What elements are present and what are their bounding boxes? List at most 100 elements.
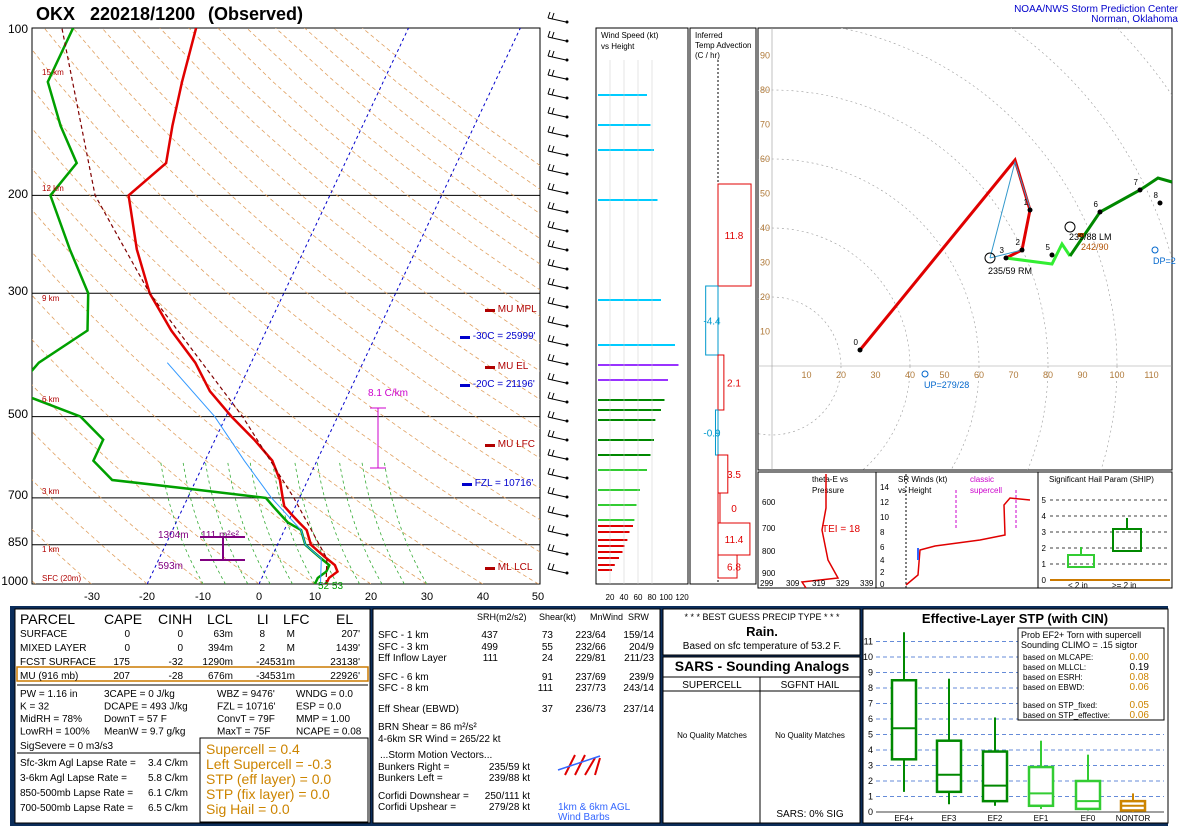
parcel-cell: 8 (259, 629, 265, 640)
stp-box (890, 679, 918, 761)
hodo-tick-x: 10 (801, 370, 811, 380)
theta-e-panel: theta-E vs Pressure TEI = 18 600 700 800… (757, 471, 877, 589)
kin-shear: 55 (542, 642, 554, 653)
hodo-tick-y: 80 (760, 85, 770, 95)
hodo-point (1027, 207, 1033, 213)
brn-shear: BRN Shear = 86 m²/s² (378, 722, 477, 733)
t-tick: -30 (84, 591, 100, 603)
srh-bottom: 593m (158, 561, 183, 572)
parcel-cell: 1439' (336, 643, 360, 654)
wind-barb-dot (565, 571, 569, 575)
ws-tick: 120 (675, 593, 689, 602)
stp-box (1027, 765, 1055, 808)
lapse-value: 6.5 C/km (148, 803, 188, 814)
wind-barb-dot (565, 457, 569, 461)
wind-barb-dot (565, 324, 569, 328)
surface-temp-dew: 52 53 (318, 581, 343, 592)
composite-param: Supercell = 0.4 (206, 741, 300, 757)
prob-title: Prob EF2+ Torn with supercell (1021, 630, 1141, 640)
sr-ytick: 0 (880, 580, 885, 589)
hodo-tick-y: 90 (760, 51, 770, 61)
level-label: ▬ MU LFC (485, 439, 535, 450)
hodo-tick-x: 70 (1008, 370, 1018, 380)
stp-category: EF1 (1034, 814, 1049, 823)
kin-shear: 111 (538, 683, 554, 694)
sars-nomatch2: No Quality Matches (775, 731, 845, 740)
misc-index: ESP = 0.0 (296, 702, 342, 713)
temp-adv-title2: Temp Advection (695, 41, 751, 50)
misc-index: DCAPE = 493 J/kg (104, 702, 188, 713)
hodo-tick-x: 50 (939, 370, 949, 380)
ws-tick: 20 (606, 593, 615, 602)
wind-barb-dot (565, 552, 569, 556)
hodo-point-label: 5 (1046, 243, 1051, 252)
sr-winds-panel: SR Winds (kt) vs Height classic supercel… (875, 471, 1039, 589)
wind-barb-dot (565, 267, 569, 271)
prob-label: based on MLCAPE: (1023, 653, 1093, 662)
precip-title: * * * BEST GUESS PRECIP TYPE * * * (684, 612, 840, 622)
datetime: 220218/1200 (90, 4, 195, 24)
temp-adv-label: 11.4 (725, 535, 744, 546)
parcel-panel: PARCEL CAPE CINH LCL LI LFC EL SURFACE 0 0… (14, 608, 371, 824)
misc-index: WNDG = 0.0 (296, 689, 353, 700)
parcel-cell: 63m (214, 629, 233, 640)
wind-barb-dot (565, 495, 569, 499)
kin-mnwind: 223/64 (575, 630, 606, 641)
prob-label: based on STP_effective: (1023, 711, 1110, 720)
parcel-cell: MU (916 mb) (20, 671, 78, 682)
parcel-header: LFC (283, 611, 309, 627)
hodo-point (1157, 200, 1163, 206)
wind-barb-dot (565, 58, 569, 62)
kin-header: SRW (628, 612, 649, 622)
kin-shear: 91 (542, 672, 554, 683)
sars-col1: SUPERCELL (682, 680, 742, 691)
kinematics-panel: SRH(m2/s2) Shear(kt) MnWind SRW SFC - 1 … (372, 608, 661, 824)
sounding-chart: OKX 220218/1200 (Observed) NOAA/NWS Stor… (0, 0, 1184, 830)
kin-srw: 239/9 (629, 672, 654, 683)
stp-category: EF4+ (894, 814, 914, 823)
stp-box (1074, 779, 1102, 811)
kin-shear: 24 (542, 653, 554, 664)
hodo-point (1137, 187, 1143, 193)
parcel-cell: 0 (124, 629, 130, 640)
parcel-cell: 4531m (264, 657, 295, 668)
kin-srw: 211/23 (624, 653, 654, 664)
misc-index: MidRH = 78% (20, 714, 82, 725)
org-location: Norman, Oklahoma (1091, 14, 1178, 25)
srh-value: 111 m²s² (201, 530, 240, 541)
stp-category: EF3 (942, 814, 957, 823)
stp-category: NONTOR (1116, 814, 1151, 823)
kin-srh: 499 (481, 642, 498, 653)
hodo-point (1097, 209, 1103, 215)
lapse-label: 3-6km Agl Lapse Rate = (20, 773, 127, 784)
smv-label: Bunkers Right = (378, 762, 450, 773)
kin-srw: 237/14 (623, 704, 654, 715)
height-label: SFC (20m) (42, 574, 81, 583)
tei-label: TEI = 18 (822, 524, 861, 535)
kin-row-label: Eff Inflow Layer (378, 653, 447, 664)
t-tick: 0 (256, 591, 262, 603)
bunkers-left-label: 239/88 LM (1069, 232, 1112, 242)
wind-barb-dot (565, 210, 569, 214)
sr-ytick: 4 (880, 556, 885, 565)
hodo-point-label: 1 (1024, 198, 1029, 207)
ship-title: Significant Hail Param (SHIP) (1049, 475, 1154, 484)
wind-speed-subtitle: vs Height (601, 42, 635, 51)
hodograph-frame (757, 27, 1173, 471)
bunkers-right-label: 235/59 RM (988, 266, 1032, 276)
kin-srw: 243/14 (623, 683, 654, 694)
parcel-cell: M (287, 629, 295, 640)
kin-row-label: Eff Shear (EBWD) (378, 704, 459, 715)
ship-frame (1037, 471, 1173, 589)
smv-value: 279/28 kt (489, 802, 530, 813)
parcel-cell: -28 (169, 671, 184, 682)
hodo-tick-y: 70 (760, 120, 770, 130)
sars-title: SARS - Sounding Analogs (675, 658, 850, 674)
parcel-headers: PARCEL CAPE CINH LCL LI LFC EL (20, 611, 353, 627)
stp-tick: 7 (868, 699, 873, 709)
misc-index: PW = 1.16 in (20, 689, 78, 700)
height-label: 9 km (42, 294, 60, 303)
ws-tick: 100 (659, 593, 673, 602)
wind-barb-dot (565, 96, 569, 100)
p-tick: 1000 (1, 574, 28, 588)
